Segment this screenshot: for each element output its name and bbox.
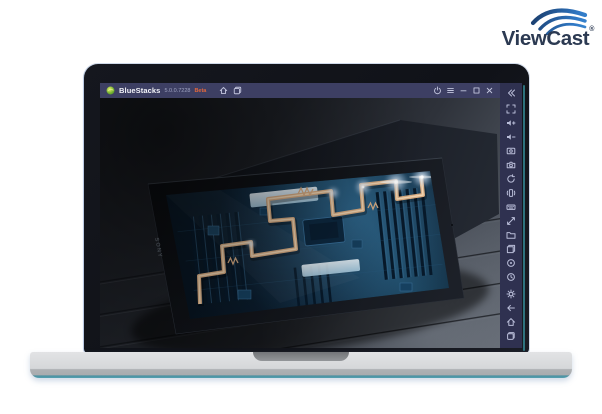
tablet-camera-dot [451, 224, 453, 226]
titlebar: BlueStacks 5.0.0.7228 Beta [100, 83, 500, 98]
registered-mark: ® [589, 26, 594, 33]
resize-icon[interactable] [504, 214, 518, 227]
page: ViewCast® BlueStacks [0, 0, 602, 414]
camera-icon[interactable] [504, 158, 518, 171]
app-title: BlueStacks [119, 86, 160, 95]
screen-edge-accent [523, 85, 525, 351]
volume-up-icon[interactable] [504, 116, 518, 129]
volume-down-icon[interactable] [504, 130, 518, 143]
shake-icon[interactable] [504, 186, 518, 199]
settings-icon[interactable] [504, 287, 518, 300]
laptop-screen-bezel: BlueStacks 5.0.0.7228 Beta [84, 64, 529, 353]
back-icon[interactable] [504, 301, 518, 314]
minimize-icon[interactable] [458, 85, 468, 96]
rewind-icon[interactable] [504, 270, 518, 283]
maximize-icon[interactable] [471, 85, 481, 96]
window-controls [432, 85, 494, 96]
laptop-base [30, 352, 572, 378]
macros-icon[interactable] [504, 256, 518, 269]
collapse-sidebar-icon[interactable] [504, 86, 518, 99]
sidebar-tools [504, 102, 518, 283]
emulator-screen[interactable]: SONY [100, 98, 500, 348]
android-home-icon[interactable] [504, 315, 518, 328]
fullscreen-icon[interactable] [504, 102, 518, 115]
screenshot-icon[interactable] [504, 144, 518, 157]
recent-apps-icon[interactable] [504, 329, 518, 342]
multi-instance-icon[interactable] [504, 242, 518, 255]
sidebar-nav [504, 287, 518, 342]
bluestacks-window: BlueStacks 5.0.0.7228 Beta [100, 83, 522, 348]
power-icon[interactable] [432, 85, 442, 96]
beta-badge: Beta [194, 88, 206, 94]
media-manager-icon[interactable] [504, 228, 518, 241]
home-icon[interactable] [218, 85, 228, 96]
laptop-notch [253, 352, 349, 361]
close-icon[interactable] [484, 85, 494, 96]
bluestacks-logo-icon [105, 85, 115, 96]
menu-icon[interactable] [445, 85, 455, 96]
rotate-screen-icon[interactable] [504, 172, 518, 185]
sidebar-toolbar [500, 83, 522, 348]
viewcast-logo: ViewCast® [482, 5, 594, 53]
game-controls-icon[interactable] [504, 200, 518, 213]
app-tabs-icon[interactable] [232, 85, 242, 96]
screen-photo: SONY [100, 98, 500, 348]
version-label: 5.0.0.7228 [164, 88, 190, 94]
brand-name: ViewCast® [502, 27, 594, 51]
